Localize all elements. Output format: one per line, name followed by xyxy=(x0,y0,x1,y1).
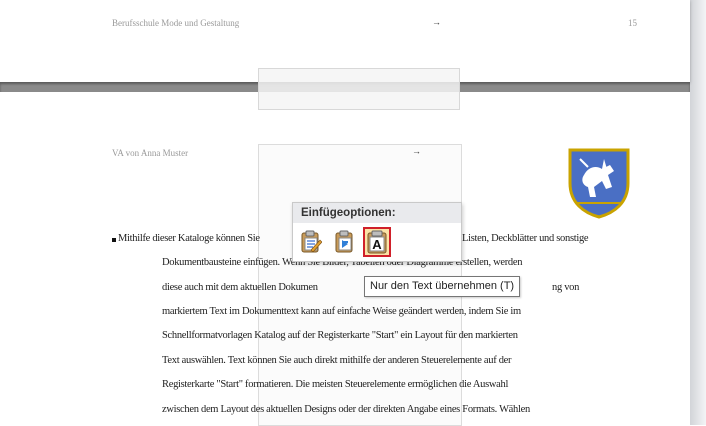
body-line: zwischen dem Layout des aktuellen Design… xyxy=(162,404,530,415)
keep-source-formatting-button[interactable] xyxy=(297,227,325,257)
body-line: markiertem Text im Dokumenttext kann auf… xyxy=(162,306,521,317)
keep-text-only-button[interactable]: A xyxy=(363,227,391,257)
body-line: Text auswählen. Text können Sie auch dir… xyxy=(162,355,512,366)
header-tab-arrow: → xyxy=(432,17,441,27)
body-line: Listen, Deckblätter und sonstige xyxy=(462,233,589,244)
body-line: Mithilfe dieser Kataloge können Sie xyxy=(118,233,260,244)
tooltip: Nur den Text übernehmen (T) xyxy=(364,276,521,297)
body-line: diese auch mit dem aktuellen Dokumen xyxy=(162,282,318,293)
paste-options-title: Einfügeoptionen: xyxy=(293,203,461,223)
merge-formatting-button[interactable] xyxy=(331,227,359,257)
keep-source-formatting-icon xyxy=(301,230,322,253)
body-line: Registerkarte "Start" formatieren. Die m… xyxy=(162,379,509,390)
body-line: Schnellformatvorlagen Katalog auf der Re… xyxy=(162,330,518,341)
merge-formatting-icon xyxy=(335,230,353,253)
coat-of-arms-image[interactable] xyxy=(566,147,632,219)
paste-options-popup: Einfügeoptionen: A xyxy=(292,202,462,262)
list-bullet xyxy=(112,238,116,242)
header-page-number: 15 xyxy=(628,18,637,28)
author-line: VA von Anna Muster xyxy=(112,148,189,158)
body-tab-arrow: → xyxy=(412,146,421,156)
window-edge xyxy=(690,0,706,425)
header-frame xyxy=(258,68,460,110)
body-line: ng von xyxy=(552,282,580,293)
keep-text-only-letter: A xyxy=(372,237,382,252)
header-text: Berufsschule Mode und Gestaltung xyxy=(112,18,240,28)
keep-text-only-icon: A xyxy=(367,230,387,254)
